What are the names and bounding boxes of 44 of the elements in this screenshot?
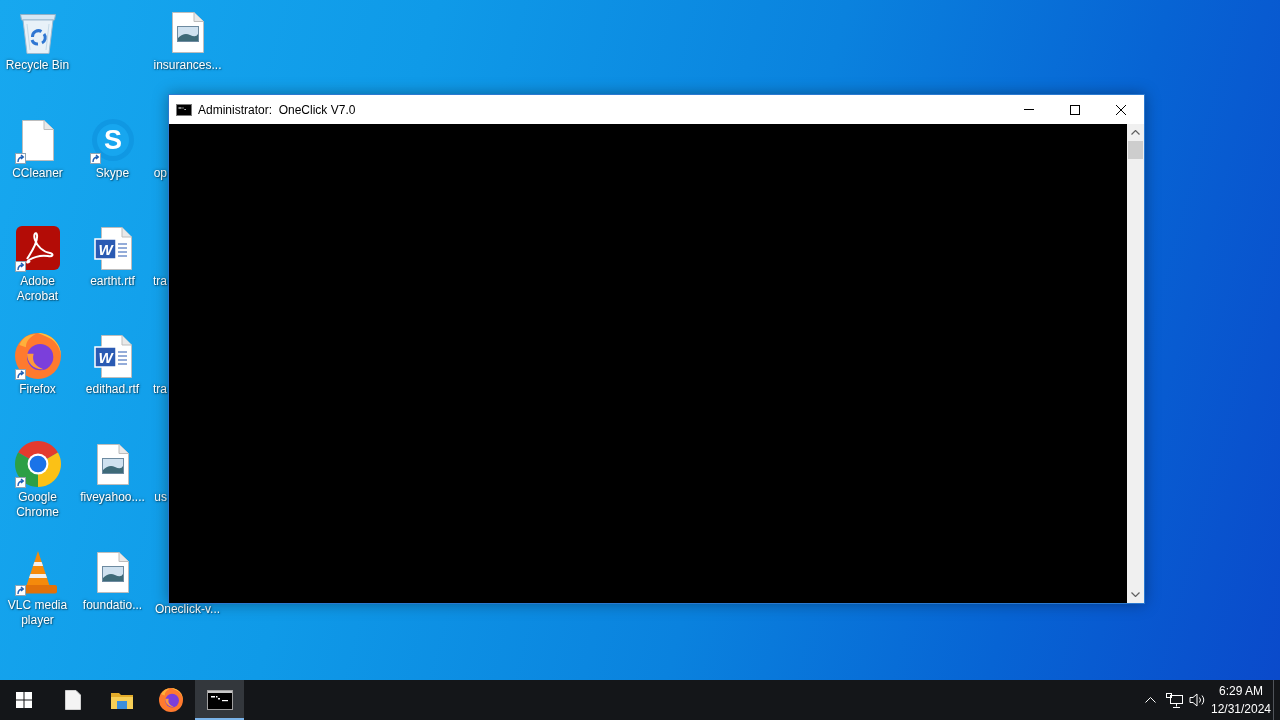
firefox-icon	[158, 688, 183, 712]
folder-icon	[110, 691, 133, 709]
desktop-icon-label[interactable]: insurances...	[153, 58, 222, 73]
desktop-icon-label[interactable]: CCleaner	[12, 166, 63, 181]
desktop-icon-label[interactable]: VLC media player	[0, 598, 75, 628]
desktop-icon-label[interactable]: fiveyahoo....	[80, 490, 145, 505]
desktop-icon-label[interactable]: Google Chrome	[0, 490, 75, 520]
chevron-up-icon	[1144, 697, 1156, 703]
image-file-icon[interactable]	[96, 551, 129, 593]
firefox-icon[interactable]	[14, 333, 61, 379]
desktop-icon-label[interactable]: Firefox	[19, 382, 56, 397]
blank-file-icon[interactable]	[21, 119, 54, 161]
taskbar-clock[interactable]: 6:29 AM 12/31/2024	[1210, 680, 1272, 720]
desktop-icon-label[interactable]: edithad.rtf	[85, 382, 140, 397]
blank-file-icon	[64, 690, 81, 710]
image-file-icon[interactable]	[96, 443, 129, 485]
skype-icon[interactable]: S	[91, 119, 134, 161]
desktop-icon-label[interactable]: tra	[153, 274, 167, 289]
image-file-icon[interactable]	[171, 11, 204, 53]
desktop-icon-label[interactable]: Skype	[95, 166, 130, 181]
desktop-icon-label[interactable]: tra	[153, 382, 167, 397]
chrome-icon[interactable]	[14, 441, 61, 487]
speaker-icon	[1189, 693, 1207, 707]
windows-logo-icon	[16, 692, 32, 708]
desktop-icon-label[interactable]: eartht.rtf	[90, 274, 135, 289]
close-icon	[1116, 104, 1126, 115]
desktop-icon-label[interactable]: foundatio...	[82, 598, 143, 613]
desktop-icon-label[interactable]: Adobe Acrobat	[0, 274, 75, 304]
scroll-thumb[interactable]	[1128, 141, 1143, 159]
network-icon	[1165, 692, 1183, 708]
vertical-scrollbar[interactable]	[1127, 124, 1144, 603]
desktop-icon-label[interactable]: us	[154, 490, 167, 505]
chevron-up-icon	[1131, 130, 1140, 135]
terminal-icon	[206, 690, 233, 710]
desktop-icon-label[interactable]: Oneclick-v...	[154, 602, 221, 617]
maximize-icon	[1070, 104, 1080, 115]
acrobat-icon[interactable]	[15, 226, 60, 270]
chevron-down-icon	[1131, 592, 1140, 597]
desktop-icon-label[interactable]: op	[153, 166, 167, 181]
terminal-icon	[176, 103, 192, 116]
window-title: Administrator: OneClick V7.0	[198, 102, 356, 117]
desktop-icon-label[interactable]: Recycle Bin	[5, 58, 70, 73]
taskbar-button[interactable]	[195, 680, 244, 720]
minimize-icon	[1024, 109, 1034, 110]
